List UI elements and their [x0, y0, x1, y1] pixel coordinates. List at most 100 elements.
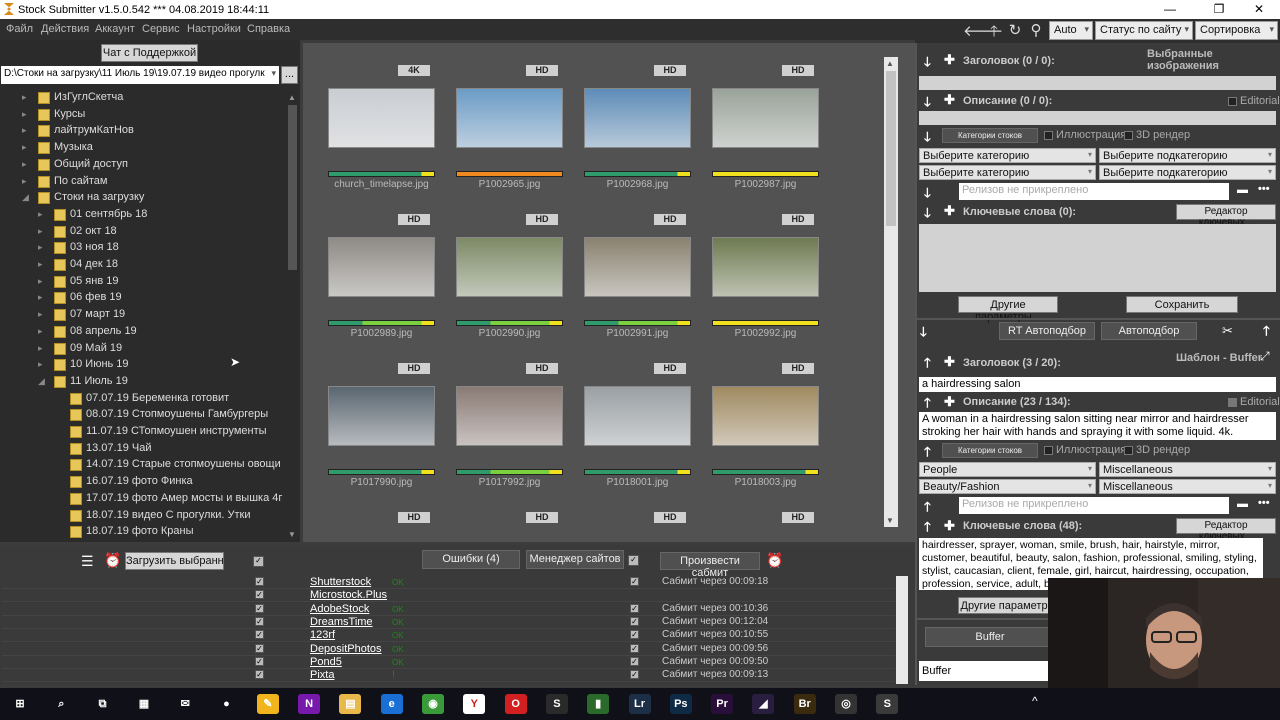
keyword-editor-button[interactable]: Редактор ключевых...	[1176, 518, 1276, 542]
yandex-icon[interactable]: Y	[463, 694, 486, 714]
davinci-icon[interactable]: ◎	[835, 694, 857, 714]
buffer-input[interactable]: Buffer	[919, 661, 1059, 681]
alarm-icon[interactable]: ⏰	[104, 552, 121, 569]
menu-help[interactable]: Справка	[247, 23, 290, 35]
expand-arrow-icon[interactable]: ▸	[38, 242, 43, 253]
stock-categories-button[interactable]: Категории стоков	[942, 128, 1038, 143]
thumbnail[interactable]	[712, 88, 819, 148]
site-checkbox[interactable]: ✓	[255, 670, 264, 680]
move-up-icon[interactable]: 🡑	[924, 354, 931, 376]
task-view-icon[interactable]: ⧉	[91, 694, 114, 714]
expand-icon[interactable]: ⤢	[1260, 349, 1270, 364]
stocksubmitter-active-icon[interactable]: S	[876, 694, 899, 714]
site-row[interactable]: ✓ Pond5 OK ✓ Сабмит через 00:09:50	[2, 656, 895, 669]
site-name-link[interactable]: DreamsTime	[310, 616, 373, 628]
template-title-input[interactable]: a hairdressing salon	[919, 377, 1276, 392]
premiere-icon[interactable]: Pr	[711, 694, 734, 714]
tools-icon[interactable]: ✂	[1222, 323, 1233, 339]
browse-button[interactable]: ...	[281, 66, 298, 84]
thumbnail[interactable]	[584, 237, 691, 297]
subcategory-select-2[interactable]: Выберите подкатегорию ▾	[1099, 165, 1276, 180]
stock-categories-button[interactable]: Категории стоков	[942, 443, 1038, 458]
menu-settings[interactable]: Настройки	[187, 23, 241, 35]
calendar-icon[interactable]: ▦	[132, 694, 155, 714]
category-select-2[interactable]: Выберите категорию ▾	[919, 165, 1096, 180]
tree-scrollbar[interactable]: ▲ ▼	[287, 93, 298, 540]
sort-select[interactable]: Сортировка ▾	[1195, 21, 1278, 40]
menu-account[interactable]: Аккаунт	[95, 23, 135, 35]
site-row[interactable]: ✓ Shutterstock OK ✓ Сабмит через 00:09:18	[2, 576, 895, 589]
alarm-icon[interactable]: ⏰	[766, 552, 783, 569]
move-down-icon[interactable]: 🡓	[924, 128, 931, 150]
move-up-icon[interactable]: 🡑	[1263, 322, 1270, 344]
add-icon[interactable]: ✚	[944, 354, 955, 370]
refresh-icon[interactable]: ↻	[1006, 21, 1024, 39]
add-icon[interactable]: ✚	[944, 203, 955, 219]
category-select-1[interactable]: Выберите категорию ▾	[919, 148, 1096, 163]
other-params-button[interactable]: Другие параметры...	[958, 296, 1058, 323]
site-name-link[interactable]: AdobeStock	[310, 603, 369, 615]
edge-icon[interactable]: e	[380, 694, 403, 714]
site-name-link[interactable]: Shutterstock	[310, 576, 371, 588]
submit-all-checkbox[interactable]: ✓	[628, 555, 639, 566]
autoselect-button[interactable]: Автоподбор	[1101, 322, 1197, 340]
close-icon[interactable]: ✕	[1249, 2, 1269, 17]
mail-icon[interactable]: ✉	[174, 694, 197, 714]
subcategory-select-1[interactable]: Выберите подкатегорию ▾	[1099, 148, 1276, 163]
thumbnail[interactable]	[328, 386, 435, 446]
thumbnail[interactable]	[328, 88, 435, 148]
expand-arrow-icon[interactable]: ◢	[22, 192, 29, 203]
expand-arrow-icon[interactable]: ▸	[22, 142, 27, 153]
expand-arrow-icon[interactable]: ▸	[38, 359, 43, 370]
maximize-icon[interactable]: ❐	[1209, 2, 1229, 17]
chrome-icon[interactable]: ◉	[422, 694, 444, 714]
expand-arrow-icon[interactable]: ▸	[38, 326, 43, 337]
status-filter-select[interactable]: Статус по сайту ▾	[1095, 21, 1193, 40]
editorial-checkbox[interactable]	[1228, 398, 1237, 407]
site-checkbox[interactable]: ✓	[255, 616, 264, 626]
category-select-2[interactable]: Beauty/Fashion ▾	[919, 479, 1096, 494]
site-name-link[interactable]: Pond5	[310, 656, 342, 668]
site-row[interactable]: ✓ DreamsTime OK ✓ Сабмит через 00:12:04	[2, 616, 895, 629]
title-input[interactable]	[919, 76, 1276, 90]
editorial-checkbox[interactable]	[1228, 97, 1237, 106]
menu-service[interactable]: Сервис	[142, 23, 180, 35]
recorder-icon[interactable]: ●	[215, 694, 238, 714]
keyword-editor-button[interactable]: Редактор ключевых...	[1176, 204, 1276, 228]
thumbnail[interactable]	[584, 386, 691, 446]
expand-arrow-icon[interactable]: ▸	[38, 259, 43, 270]
site-checkbox[interactable]: ✓	[255, 656, 264, 666]
site-submit-checkbox[interactable]: ✓	[630, 577, 639, 586]
other-params-button[interactable]: Другие параметры	[958, 597, 1058, 614]
site-row[interactable]: ✓ Microstock.Plus	[2, 589, 895, 603]
zoom-select[interactable]: Auto ▾	[1049, 21, 1093, 40]
save-button[interactable]: Сохранить	[1126, 296, 1238, 313]
site-checkbox[interactable]: ✓	[255, 590, 264, 600]
site-name-link[interactable]: Microstock.Plus	[310, 589, 387, 601]
move-down-icon[interactable]: 🡓	[924, 184, 931, 206]
illustration-checkbox[interactable]	[1044, 131, 1053, 140]
explorer-icon[interactable]: ▤	[339, 694, 362, 714]
expand-arrow-icon[interactable]: ▸	[22, 159, 27, 170]
media-encoder-icon[interactable]: ◢	[752, 694, 775, 714]
site-submit-checkbox[interactable]: ✓	[630, 656, 639, 666]
keywords-input[interactable]	[919, 224, 1276, 292]
select-all-checkbox[interactable]: ✓	[253, 556, 264, 567]
site-row[interactable]: ✓ 123rf OK ✓ Сабмит через 00:10:55	[2, 629, 895, 643]
rt-autoselect-button[interactable]: RT Автоподбор	[999, 322, 1095, 340]
site-checkbox[interactable]: ✓	[255, 577, 264, 586]
expand-arrow-icon[interactable]: ▸	[22, 176, 27, 187]
subcategory-select-2[interactable]: Miscellaneous ▾	[1099, 479, 1276, 494]
3d-render-checkbox[interactable]	[1124, 446, 1133, 455]
stocksubmitter-icon[interactable]: S	[545, 694, 568, 714]
thumbnail[interactable]	[456, 88, 563, 148]
site-checkbox[interactable]: ✓	[255, 643, 264, 653]
expand-arrow-icon[interactable]: ▸	[22, 109, 27, 120]
thumbnail[interactable]	[328, 237, 435, 297]
path-input[interactable]: D:\Стоки на загрузку\11 Июль 19\19.07.19…	[1, 66, 279, 84]
site-submit-checkbox[interactable]: ✓	[630, 643, 639, 653]
subcategory-select-1[interactable]: Miscellaneous ▾	[1099, 462, 1276, 477]
move-down-icon[interactable]: 🡓	[924, 53, 931, 75]
illustration-checkbox[interactable]	[1044, 446, 1053, 455]
move-up-icon[interactable]: 🡑	[924, 498, 931, 520]
